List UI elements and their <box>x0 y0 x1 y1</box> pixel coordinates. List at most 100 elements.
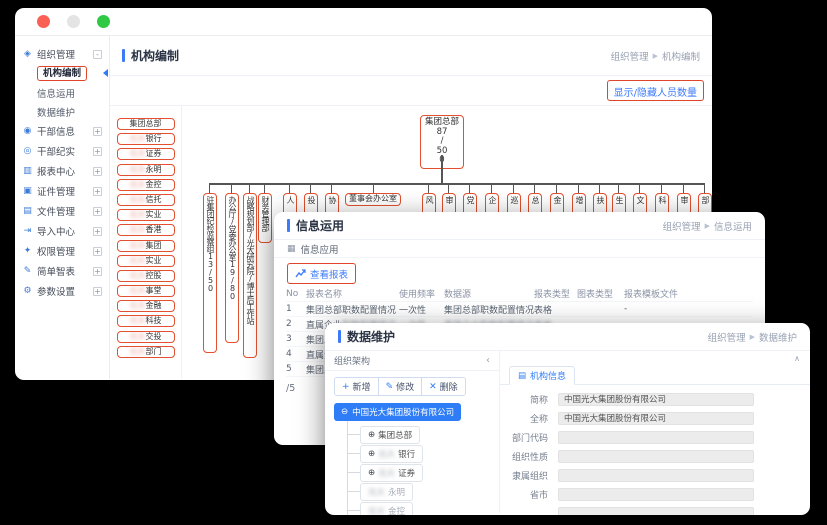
desktop-background: ◈ 组织管理 - 机构编制 信息运用 数据维护 ◉ 干部信息 + <box>0 0 827 525</box>
expand-toggle-icon[interactable]: + <box>93 287 102 296</box>
org-info-form: 简称 中国光大集团股份有限公司 全称 中国光大集团股份有限公司 部门代码 组织性… <box>500 393 810 515</box>
expand-toggle-icon[interactable]: + <box>93 207 102 216</box>
sidebar-group-org-management[interactable]: ◈ 组织管理 - <box>15 44 109 64</box>
tree-node[interactable]: 光大 永明 <box>360 483 413 501</box>
sidebar-group-cadre-record[interactable]: ◎ 干部纪实 + <box>15 141 109 161</box>
toggle-personnel-count-link[interactable]: 显示/隐藏人员数量 <box>608 86 703 101</box>
dept-code-field[interactable] <box>558 431 754 444</box>
tree-connector-line <box>347 491 360 492</box>
parent-org-field[interactable] <box>558 469 754 482</box>
edit-button[interactable]: ✎ 修改 <box>378 378 422 395</box>
report-center-icon: ▥ <box>22 166 33 176</box>
org-structure-panel: 组织架构 ‹ + 新增 ✎ 修改 ✕ 删除 <box>325 351 500 513</box>
sidebar-group-label: 组织管理 <box>37 47 89 61</box>
connector-line <box>704 183 705 193</box>
expand-toggle-icon[interactable]: + <box>93 267 102 276</box>
table-row[interactable]: 1 集团总部职数配置情况 一次性 集团总部职数配置情况数据源 表格 - <box>286 302 753 317</box>
connector-line <box>661 183 662 193</box>
extra-field[interactable] <box>558 507 754 515</box>
view-report-label: 查看报表 <box>310 267 348 281</box>
window-titlebar <box>15 8 712 36</box>
form-row: 部门代码 <box>500 431 810 444</box>
tree-node-label: 永明 <box>388 486 405 498</box>
tab-label: 机构信息 <box>530 369 566 382</box>
panel-header: 组织架构 ‹ <box>325 351 499 371</box>
column-header: 报表类型 <box>534 287 577 300</box>
plus-icon: + <box>342 382 350 392</box>
expand-toggle-icon[interactable]: + <box>93 227 102 236</box>
expand-toggle-icon[interactable]: + <box>93 247 102 256</box>
tree-node[interactable]: 光大 金控 <box>360 502 413 515</box>
delete-button[interactable]: ✕ 删除 <box>421 378 465 395</box>
org-chart-node[interactable]: 办公厅/党委办公室19/80 <box>225 193 239 343</box>
window-title: 数据维护 <box>347 328 395 345</box>
sidebar-group-permission-management[interactable]: ✦ 权限管理 + <box>15 241 109 261</box>
sidebar-group-label: 证件管理 <box>37 184 89 198</box>
sidebar-group-credential-management[interactable]: ▣ 证件管理 + <box>15 181 109 201</box>
sidebar-group-param-settings[interactable]: ⚙ 参数设置 + <box>15 281 109 301</box>
breadcrumb-parent[interactable]: 组织管理 <box>708 330 746 344</box>
org-chart-node[interactable]: 董事会办公室 <box>345 193 401 206</box>
connector-line <box>264 183 265 193</box>
import-icon: ⇥ <box>22 226 33 236</box>
expand-toggle-icon[interactable]: + <box>93 147 102 156</box>
connector-line <box>491 183 492 193</box>
sidebar-group-simple-report[interactable]: ✎ 简单智表 + <box>15 261 109 281</box>
sidebar-group-label: 参数设置 <box>37 284 89 298</box>
panel-title: 组织架构 <box>334 354 370 367</box>
maximize-button[interactable] <box>97 15 110 28</box>
org-chart-node[interactable]: 驻集团纪检监察组13/50 <box>203 193 217 353</box>
close-button[interactable] <box>37 15 50 28</box>
minimize-button[interactable] <box>67 15 80 28</box>
connector-line <box>513 183 514 193</box>
sidebar-group-file-management[interactable]: ▤ 文件管理 + <box>15 201 109 221</box>
sidebar-item-information-application[interactable]: 信息运用 <box>15 83 109 102</box>
full-name-field[interactable]: 中国光大集团股份有限公司 <box>558 412 754 425</box>
org-nature-field[interactable] <box>558 450 754 463</box>
connector-line <box>331 183 332 193</box>
edit-button-label: 修改 <box>396 380 414 393</box>
connector-line <box>428 183 429 193</box>
expand-toggle-icon[interactable]: + <box>93 187 102 196</box>
short-name-field[interactable]: 中国光大集团股份有限公司 <box>558 393 754 406</box>
breadcrumb-parent[interactable]: 组织管理 <box>663 219 701 233</box>
sidebar-item-institution-establishment[interactable]: 机构编制 <box>15 64 109 83</box>
tab-org-info[interactable]: ▤ 机构信息 <box>509 366 575 385</box>
expand-node-icon[interactable]: ⊕ <box>368 468 375 478</box>
data-maintenance-window: 数据维护 组织管理 ▶ 数据维护 组织架构 ‹ + 新增 <box>325 323 810 515</box>
selected-marker-icon <box>103 69 108 77</box>
collapse-toggle-icon[interactable]: - <box>93 50 102 59</box>
table-header-row: No 报表名称 使用频率 数据源 报表类型 图表类型 报表模板文件 <box>286 286 753 302</box>
org-chart-node[interactable]: 财务管理部 <box>258 193 272 243</box>
expand-toggle-icon[interactable]: + <box>93 127 102 136</box>
form-row: 隶属组织 <box>500 469 810 482</box>
sidebar-group-report-center[interactable]: ▥ 报表中心 + <box>15 161 109 181</box>
tree-node[interactable]: ⊕ 光大 银行 <box>360 445 423 463</box>
sidebar-item-data-maintenance[interactable]: 数据维护 <box>15 102 109 121</box>
permission-icon: ✦ <box>22 246 33 256</box>
org-chart-node[interactable]: 战略规划部/光大研究院/博士后工作站 <box>243 193 257 358</box>
tree-node[interactable]: ⊕ 集团总部 <box>360 426 420 444</box>
sidebar-group-label: 权限管理 <box>37 244 89 258</box>
collapse-node-icon[interactable]: ⊖ <box>341 407 348 417</box>
connector-line <box>310 183 311 193</box>
tree-node[interactable]: ⊕ 光大 证券 <box>360 464 423 482</box>
connector-line <box>556 183 557 193</box>
view-report-button[interactable]: 查看报表 <box>288 265 355 283</box>
add-button[interactable]: + 新增 <box>335 378 378 395</box>
breadcrumb-parent[interactable]: 组织管理 <box>611 49 649 63</box>
expand-node-icon[interactable]: ⊕ <box>368 449 375 459</box>
expand-toggle-icon[interactable]: + <box>93 167 102 176</box>
field-label: 组织性质 <box>500 450 548 463</box>
collapse-up-icon[interactable]: ∧ <box>794 354 800 363</box>
connector-line <box>441 155 443 183</box>
sidebar-group-import-center[interactable]: ⇥ 导入中心 + <box>15 221 109 241</box>
province-city-field[interactable] <box>558 488 754 501</box>
collapse-panel-icon[interactable]: ‹ <box>486 355 490 366</box>
expand-node-icon[interactable]: ⊕ <box>368 430 375 440</box>
connector-line <box>209 183 705 185</box>
tree-root-node[interactable]: ⊖ 中国光大集团股份有限公司 <box>334 403 461 421</box>
field-label: 隶属组织 <box>500 469 548 482</box>
sidebar-group-cadre-info[interactable]: ◉ 干部信息 + <box>15 121 109 141</box>
delete-button-label: 删除 <box>440 380 458 393</box>
